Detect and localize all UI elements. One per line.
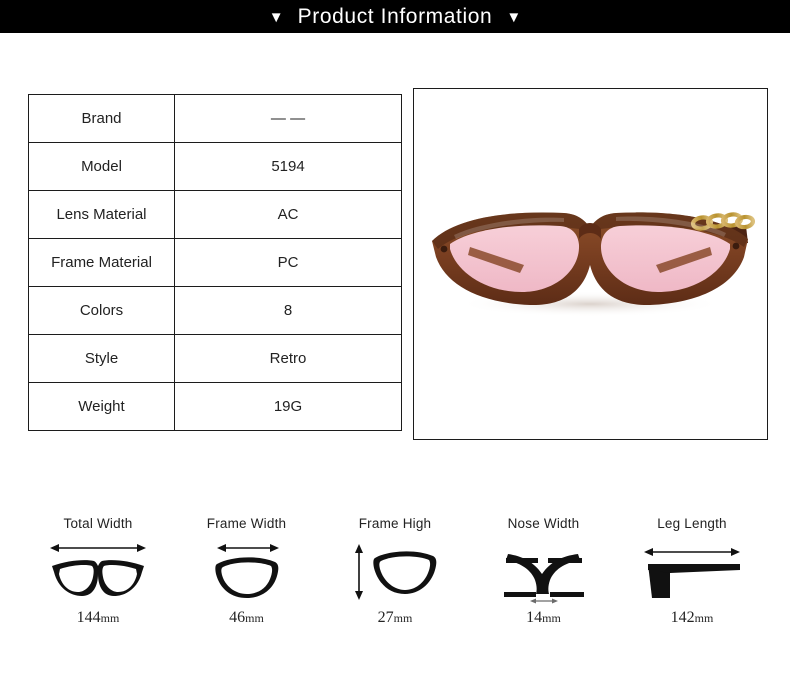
nose-bridge-icon	[492, 535, 596, 607]
caret-down-right-icon: ▼	[506, 9, 522, 26]
measurement-leg-length: Leg Length 142mm	[622, 516, 762, 627]
spec-value: PC	[174, 238, 402, 287]
table-row: Colors 8	[28, 286, 402, 335]
measurement-number: 46	[229, 609, 246, 626]
spec-value: 19G	[174, 382, 402, 431]
measurement-frame-width: Frame Width 46mm	[177, 516, 317, 627]
product-spec-table: Brand — — Model 5194 Lens Material AC Fr…	[28, 94, 402, 431]
measurement-nose-width: Nose Width 14mm	[474, 516, 614, 627]
measurement-frame-high: Frame High 27mm	[325, 516, 465, 627]
measurement-label: Frame Width	[206, 516, 287, 531]
spec-label: Colors	[28, 286, 175, 335]
measurement-total-width: Total Width 144mm	[28, 516, 168, 627]
page-title: Product Information	[297, 5, 493, 28]
measurement-number: 144	[76, 609, 101, 626]
table-row: Frame Material PC	[28, 238, 402, 287]
spec-value: 8	[174, 286, 402, 335]
measurement-unit: mm	[100, 611, 120, 625]
spec-label: Model	[28, 142, 175, 191]
spec-value: — —	[174, 94, 402, 143]
spec-value: AC	[174, 190, 402, 239]
spec-label: Frame Material	[28, 238, 175, 287]
spec-label: Style	[28, 334, 175, 383]
spec-value: Retro	[174, 334, 402, 383]
measurement-unit: mm	[245, 611, 264, 625]
measurement-unit: mm	[393, 611, 413, 625]
caret-down-left-icon: ▼	[268, 9, 284, 26]
header-bar: ▼ Product Information ▼	[0, 0, 790, 33]
measurement-label: Nose Width	[507, 516, 580, 531]
spec-label: Weight	[28, 382, 175, 431]
measurement-value: 142mm	[671, 609, 714, 627]
measurement-number: 14	[526, 609, 543, 626]
product-photo[interactable]	[413, 88, 768, 440]
measurement-value: 46mm	[229, 609, 264, 627]
spec-value: 5194	[174, 142, 402, 191]
full-glasses-icon	[46, 535, 150, 607]
measurement-unit: mm	[542, 611, 561, 625]
measurement-number: 142	[670, 609, 695, 626]
single-lens-width-icon	[195, 535, 299, 607]
measurement-unit: mm	[694, 611, 714, 625]
table-row: Style Retro	[28, 334, 402, 383]
sunglasses-illustration	[432, 212, 756, 317]
table-row: Model 5194	[28, 142, 402, 191]
measurement-value: 27mm	[378, 609, 413, 627]
measurement-number: 27	[377, 609, 394, 626]
spec-label: Brand	[28, 94, 175, 143]
measurement-label: Leg Length	[657, 516, 727, 531]
measurement-value: 144mm	[77, 609, 120, 627]
spec-label: Lens Material	[28, 190, 175, 239]
measurement-label: Total Width	[63, 516, 133, 531]
measurement-value: 14mm	[526, 609, 561, 627]
single-lens-height-icon	[343, 535, 447, 607]
measurements-row: Total Width 144mm Frame Width 46mm Frame…	[0, 516, 790, 627]
temple-arm-icon	[640, 535, 744, 607]
table-row: Weight 19G	[28, 382, 402, 431]
table-row: Lens Material AC	[28, 190, 402, 239]
table-row: Brand — —	[28, 94, 402, 143]
measurement-label: Frame High	[358, 516, 432, 531]
